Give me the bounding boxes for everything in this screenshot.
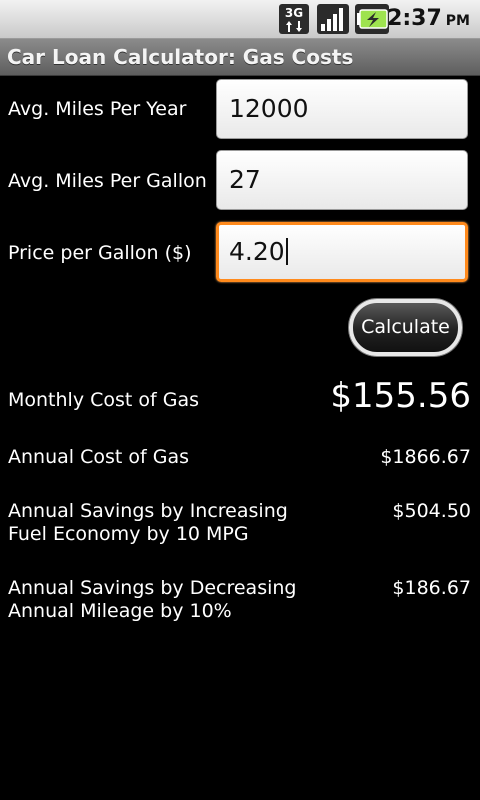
- battery-charging-icon: [355, 4, 389, 34]
- price-per-gallon-value-wrap: 4.20: [229, 225, 288, 279]
- text-cursor: [285, 237, 288, 265]
- annual-cost-label: Annual Cost of Gas: [8, 446, 189, 468]
- savings-mpg-label-line1: Annual Savings by Increasing: [8, 500, 288, 522]
- price-per-gallon-value: 4.20: [229, 237, 285, 266]
- svg-text:3G: 3G: [285, 6, 303, 20]
- monthly-cost-label: Monthly Cost of Gas: [8, 389, 200, 411]
- savings-mileage-label-line2: Annual Mileage by 10%: [8, 600, 232, 622]
- clock-ampm: PM: [445, 13, 470, 29]
- clock-time: 2:37: [387, 6, 442, 31]
- calculate-button[interactable]: Calculate: [349, 299, 462, 356]
- monthly-cost-value: $155.56: [330, 376, 471, 416]
- miles-per-year-input[interactable]: 12000: [216, 79, 468, 139]
- annual-cost-value: $1866.67: [380, 446, 471, 468]
- miles-per-gallon-input[interactable]: 27: [216, 150, 468, 210]
- title-bar: Car Loan Calculator: Gas Costs: [0, 39, 480, 76]
- miles-per-year-label: Avg. Miles Per Year: [8, 98, 187, 120]
- app-title: Car Loan Calculator: Gas Costs: [7, 45, 354, 69]
- signal-strength-icon: [317, 4, 349, 34]
- miles-per-gallon-label: Avg. Miles Per Gallon: [8, 170, 207, 192]
- savings-mileage-value: $186.67: [392, 577, 471, 599]
- savings-mileage-label-line1: Annual Savings by Decreasing: [8, 577, 297, 599]
- savings-mpg-value: $504.50: [392, 500, 471, 522]
- savings-mpg-label-line2: Fuel Economy by 10 MPG: [8, 523, 249, 545]
- savings-mpg-label: Annual Savings by Increasing Fuel Econom…: [8, 500, 288, 546]
- price-per-gallon-input[interactable]: 4.20: [216, 222, 468, 282]
- status-bar: 3G 2:37 PM: [0, 0, 480, 39]
- miles-per-year-value: 12000: [229, 94, 309, 123]
- miles-per-gallon-value: 27: [229, 165, 261, 194]
- 3g-data-icon: 3G: [279, 4, 309, 34]
- clock: 2:37 PM: [387, 5, 470, 33]
- price-per-gallon-label: Price per Gallon ($): [8, 242, 192, 264]
- savings-mileage-label: Annual Savings by Decreasing Annual Mile…: [8, 577, 296, 623]
